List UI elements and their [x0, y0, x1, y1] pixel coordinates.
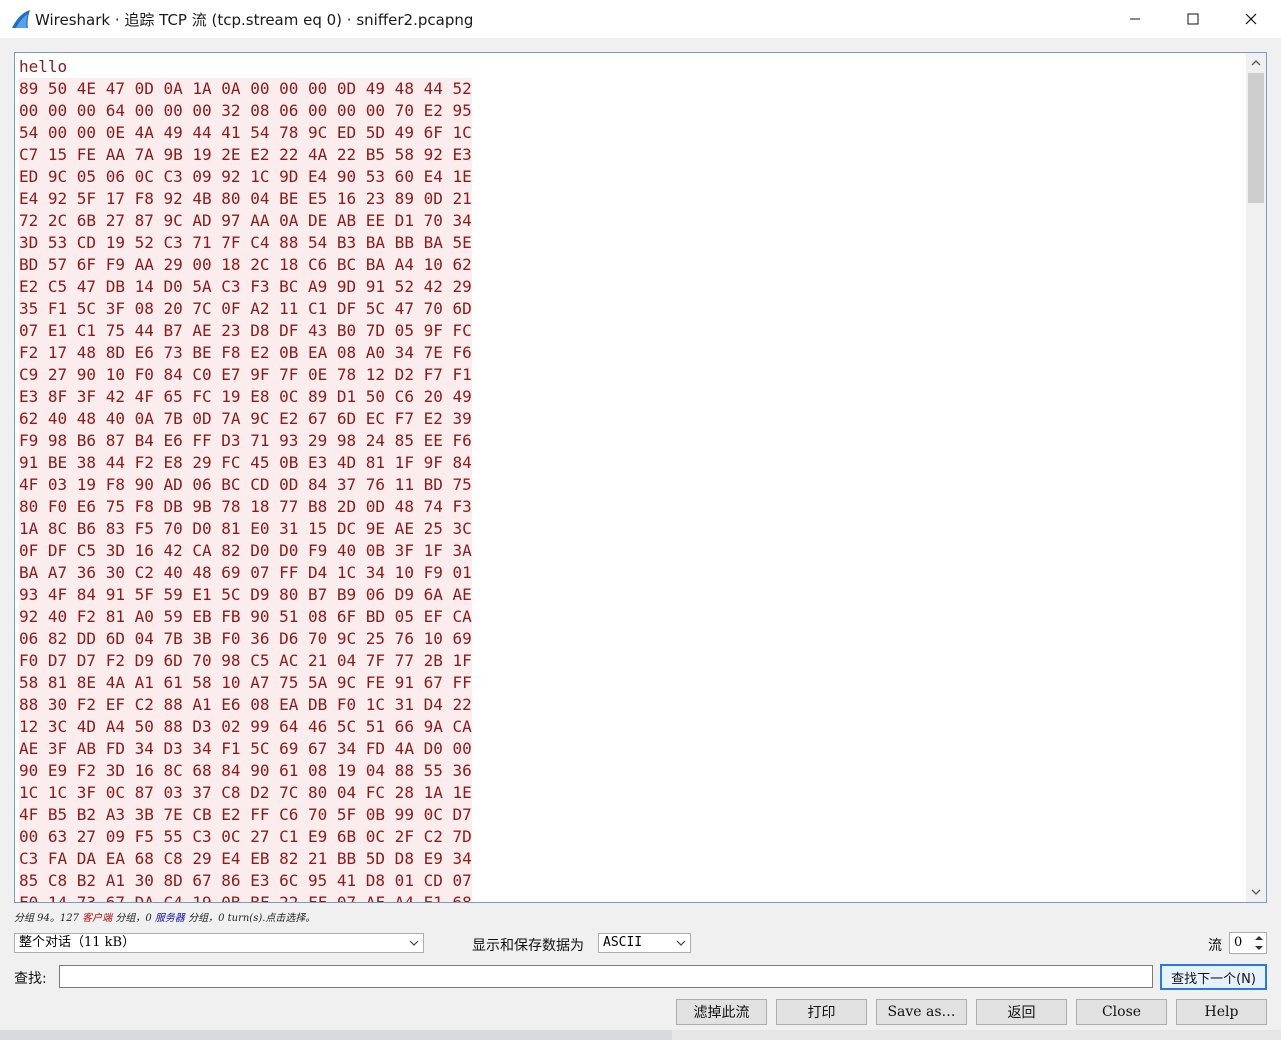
scroll-up-button[interactable] — [1246, 53, 1266, 73]
title-bar: Wireshark · 追踪 TCP 流 (tcp.stream eq 0) ·… — [0, 0, 1281, 38]
minimize-button[interactable] — [1106, 0, 1164, 38]
close-window-button[interactable] — [1222, 0, 1280, 38]
stream-line-hex: 12 3C 4D A4 50 88 D3 02 99 64 46 5C 51 6… — [19, 716, 472, 738]
stream-line-hex: F0 D7 D7 F2 D9 6D 70 98 C5 AC 21 04 7F 7… — [19, 650, 472, 672]
stream-line-hex: 91 BE 38 44 F2 E8 29 FC 45 0B E3 4D 81 1… — [19, 452, 472, 474]
stream-line-hex: E3 8F 3F 42 4F 65 FC 19 E8 0C 89 D1 50 C… — [19, 386, 472, 408]
scroll-down-button[interactable] — [1246, 882, 1266, 902]
bottom-strip — [0, 1030, 1281, 1040]
vertical-scrollbar[interactable] — [1246, 53, 1266, 902]
stream-content-pane[interactable]: hello 89 50 4E 47 0D 0A 1A 0A 00 00 00 0D… — [14, 52, 1267, 903]
stream-line-hex: F9 98 B6 87 B4 E6 FF D3 71 93 29 98 24 8… — [19, 430, 472, 452]
spin-up-button[interactable] — [1252, 933, 1266, 943]
maximize-button[interactable] — [1164, 0, 1222, 38]
stream-line-hex: 80 F0 E6 75 F8 DB 9B 78 18 77 B8 2D 0D 4… — [19, 496, 472, 518]
status-prefix: 分组 94。127 — [14, 913, 83, 924]
stream-text[interactable]: hello 89 50 4E 47 0D 0A 1A 0A 00 00 00 0D… — [19, 56, 472, 902]
stream-line-hex: 35 F1 5C 3F 08 20 7C 0F A2 11 C1 DF 5C 4… — [19, 298, 472, 320]
stream-number-spinbox[interactable]: 0 — [1229, 932, 1267, 954]
close-button[interactable]: Close — [1076, 999, 1167, 1025]
save-as-button[interactable]: Save as… — [876, 999, 967, 1025]
wireshark-fin-icon — [12, 10, 30, 28]
stream-line-hex: 07 E1 C1 75 44 B7 AE 23 D8 DF 43 B0 7D 0… — [19, 320, 472, 342]
stream-line-hex: 4F 03 19 F8 90 AD 06 BC CD 0D 84 37 76 1… — [19, 474, 472, 496]
minimize-icon — [1130, 18, 1140, 20]
stream-line-hex: C3 FA DA EA 68 C8 29 E4 EB 82 21 BB 5D D… — [19, 848, 472, 870]
stream-line-hex: 1C 1C 3F 0C 87 03 37 C8 D2 7C 80 04 FC 2… — [19, 782, 472, 804]
stream-number-value: 0 — [1234, 935, 1243, 950]
stream-line-hex: 1A 8C B6 83 F5 70 D0 81 E0 31 15 DC 9E A… — [19, 518, 472, 540]
stream-line-hex: 3D 53 CD 19 52 C3 71 7F C4 88 54 B3 BA B… — [19, 232, 472, 254]
chevron-down-icon — [409, 934, 419, 958]
stream-line-hex: 58 81 8E 4A A1 61 58 10 A7 75 5A 9C FE 9… — [19, 672, 472, 694]
find-input[interactable] — [59, 965, 1153, 988]
chevron-down-icon — [676, 934, 686, 958]
status-suffix: 分组，0 turn(s).点击选择。 — [184, 913, 316, 924]
find-label: 查找: — [14, 971, 47, 987]
stream-line-hex: F2 17 48 8D E6 73 BE F8 E2 0B EA 08 A0 3… — [19, 342, 472, 364]
close-icon — [1245, 13, 1257, 25]
stream-line-hex: 85 C8 B2 A1 30 8D 67 86 E3 6C 95 41 D8 0… — [19, 870, 472, 892]
back-button[interactable]: 返回 — [976, 999, 1067, 1025]
find-next-button[interactable]: 查找下一个(N) — [1160, 964, 1267, 990]
status-mid: 分组，0 — [112, 913, 155, 924]
data-format-value: ASCII — [603, 935, 643, 950]
status-client: 客户端 — [82, 913, 113, 924]
scroll-thumb[interactable] — [1248, 73, 1264, 203]
format-label: 显示和保存数据为 — [472, 938, 584, 954]
conversation-select[interactable]: 整个对话（11 kB） — [14, 933, 424, 953]
stream-line-hex: 89 50 4E 47 0D 0A 1A 0A 00 00 00 0D 49 4… — [19, 78, 472, 100]
stream-line-hex: F0 14 73 67 DA C4 19 0B BF 22 FF 07 AF A… — [19, 892, 472, 902]
help-button[interactable]: Help — [1176, 999, 1267, 1025]
stream-line-hex: 0F DF C5 3D 16 42 CA 82 D0 D0 F9 40 0B 3… — [19, 540, 472, 562]
stream-line-hex: ED 9C 05 06 0C C3 09 92 1C 9D E4 90 53 6… — [19, 166, 472, 188]
stream-line-hex: 06 82 DD 6D 04 7B 3B F0 36 D6 70 9C 25 7… — [19, 628, 472, 650]
maximize-icon — [1187, 13, 1199, 25]
print-button[interactable]: 打印 — [776, 999, 867, 1025]
window-title: Wireshark · 追踪 TCP 流 (tcp.stream eq 0) ·… — [35, 11, 474, 29]
stream-line-hex: 72 2C 6B 27 87 9C AD 97 AA 0A DE AB EE D… — [19, 210, 472, 232]
stream-line-hex: 93 4F 84 91 5F 59 E1 5C D9 80 B7 B9 06 D… — [19, 584, 472, 606]
data-format-select[interactable]: ASCII — [598, 933, 691, 953]
stream-line-hex: 4F B5 B2 A3 3B 7E CB E2 FF C6 70 5F 0B 9… — [19, 804, 472, 826]
chevron-down-icon — [1251, 889, 1261, 895]
stream-line-hex: 90 E9 F2 3D 16 8C 68 84 90 61 08 19 04 8… — [19, 760, 472, 782]
status-server: 服务器 — [154, 913, 185, 924]
stream-label: 流 — [1208, 938, 1222, 954]
chevron-up-icon — [1255, 936, 1263, 940]
bottom-strip-left — [0, 1030, 672, 1040]
stream-line-hex: C9 27 90 10 F0 84 C0 E7 9F 7F 0E 78 12 D… — [19, 364, 472, 386]
status-line: 分组 94。127 客户端 分组，0 服务器 分组，0 turn(s).点击选择… — [14, 909, 315, 924]
stream-line-text: hello — [19, 57, 68, 76]
stream-line-hex: BA A7 36 30 C2 40 48 69 07 FF D4 1C 34 1… — [19, 562, 472, 584]
stream-line-hex: 62 40 48 40 0A 7B 0D 7A 9C E2 67 6D EC F… — [19, 408, 472, 430]
chevron-up-icon — [1251, 60, 1261, 66]
stream-line-hex: BD 57 6F F9 AA 29 00 18 2C 18 C6 BC BA A… — [19, 254, 472, 276]
stream-line-hex: E4 92 5F 17 F8 92 4B 80 04 BE E5 16 23 8… — [19, 188, 472, 210]
stream-line-hex: C7 15 FE AA 7A 9B 19 2E E2 22 4A 22 B5 5… — [19, 144, 472, 166]
chevron-down-icon — [1255, 946, 1263, 950]
stream-line-hex: E2 C5 47 DB 14 D0 5A C3 F3 BC A9 9D 91 5… — [19, 276, 472, 298]
stream-line-hex: 54 00 00 0E 4A 49 44 41 54 78 9C ED 5D 4… — [19, 122, 472, 144]
stream-line-hex: 88 30 F2 EF C2 88 A1 E6 08 EA DB F0 1C 3… — [19, 694, 472, 716]
stream-line-hex: 00 00 00 64 00 00 00 32 08 06 00 00 00 7… — [19, 100, 472, 122]
stream-line-hex: 00 63 27 09 F5 55 C3 0C 27 C1 E9 6B 0C 2… — [19, 826, 472, 848]
stream-line-hex: 92 40 F2 81 A0 59 EB FB 90 51 08 6F BD 0… — [19, 606, 472, 628]
conversation-select-value: 整个对话（11 kB） — [19, 935, 136, 950]
spin-down-button[interactable] — [1252, 943, 1266, 953]
stream-line-hex: AE 3F AB FD 34 D3 34 F1 5C 69 67 34 FD 4… — [19, 738, 472, 760]
filter-out-stream-button[interactable]: 滤掉此流 — [676, 999, 767, 1025]
